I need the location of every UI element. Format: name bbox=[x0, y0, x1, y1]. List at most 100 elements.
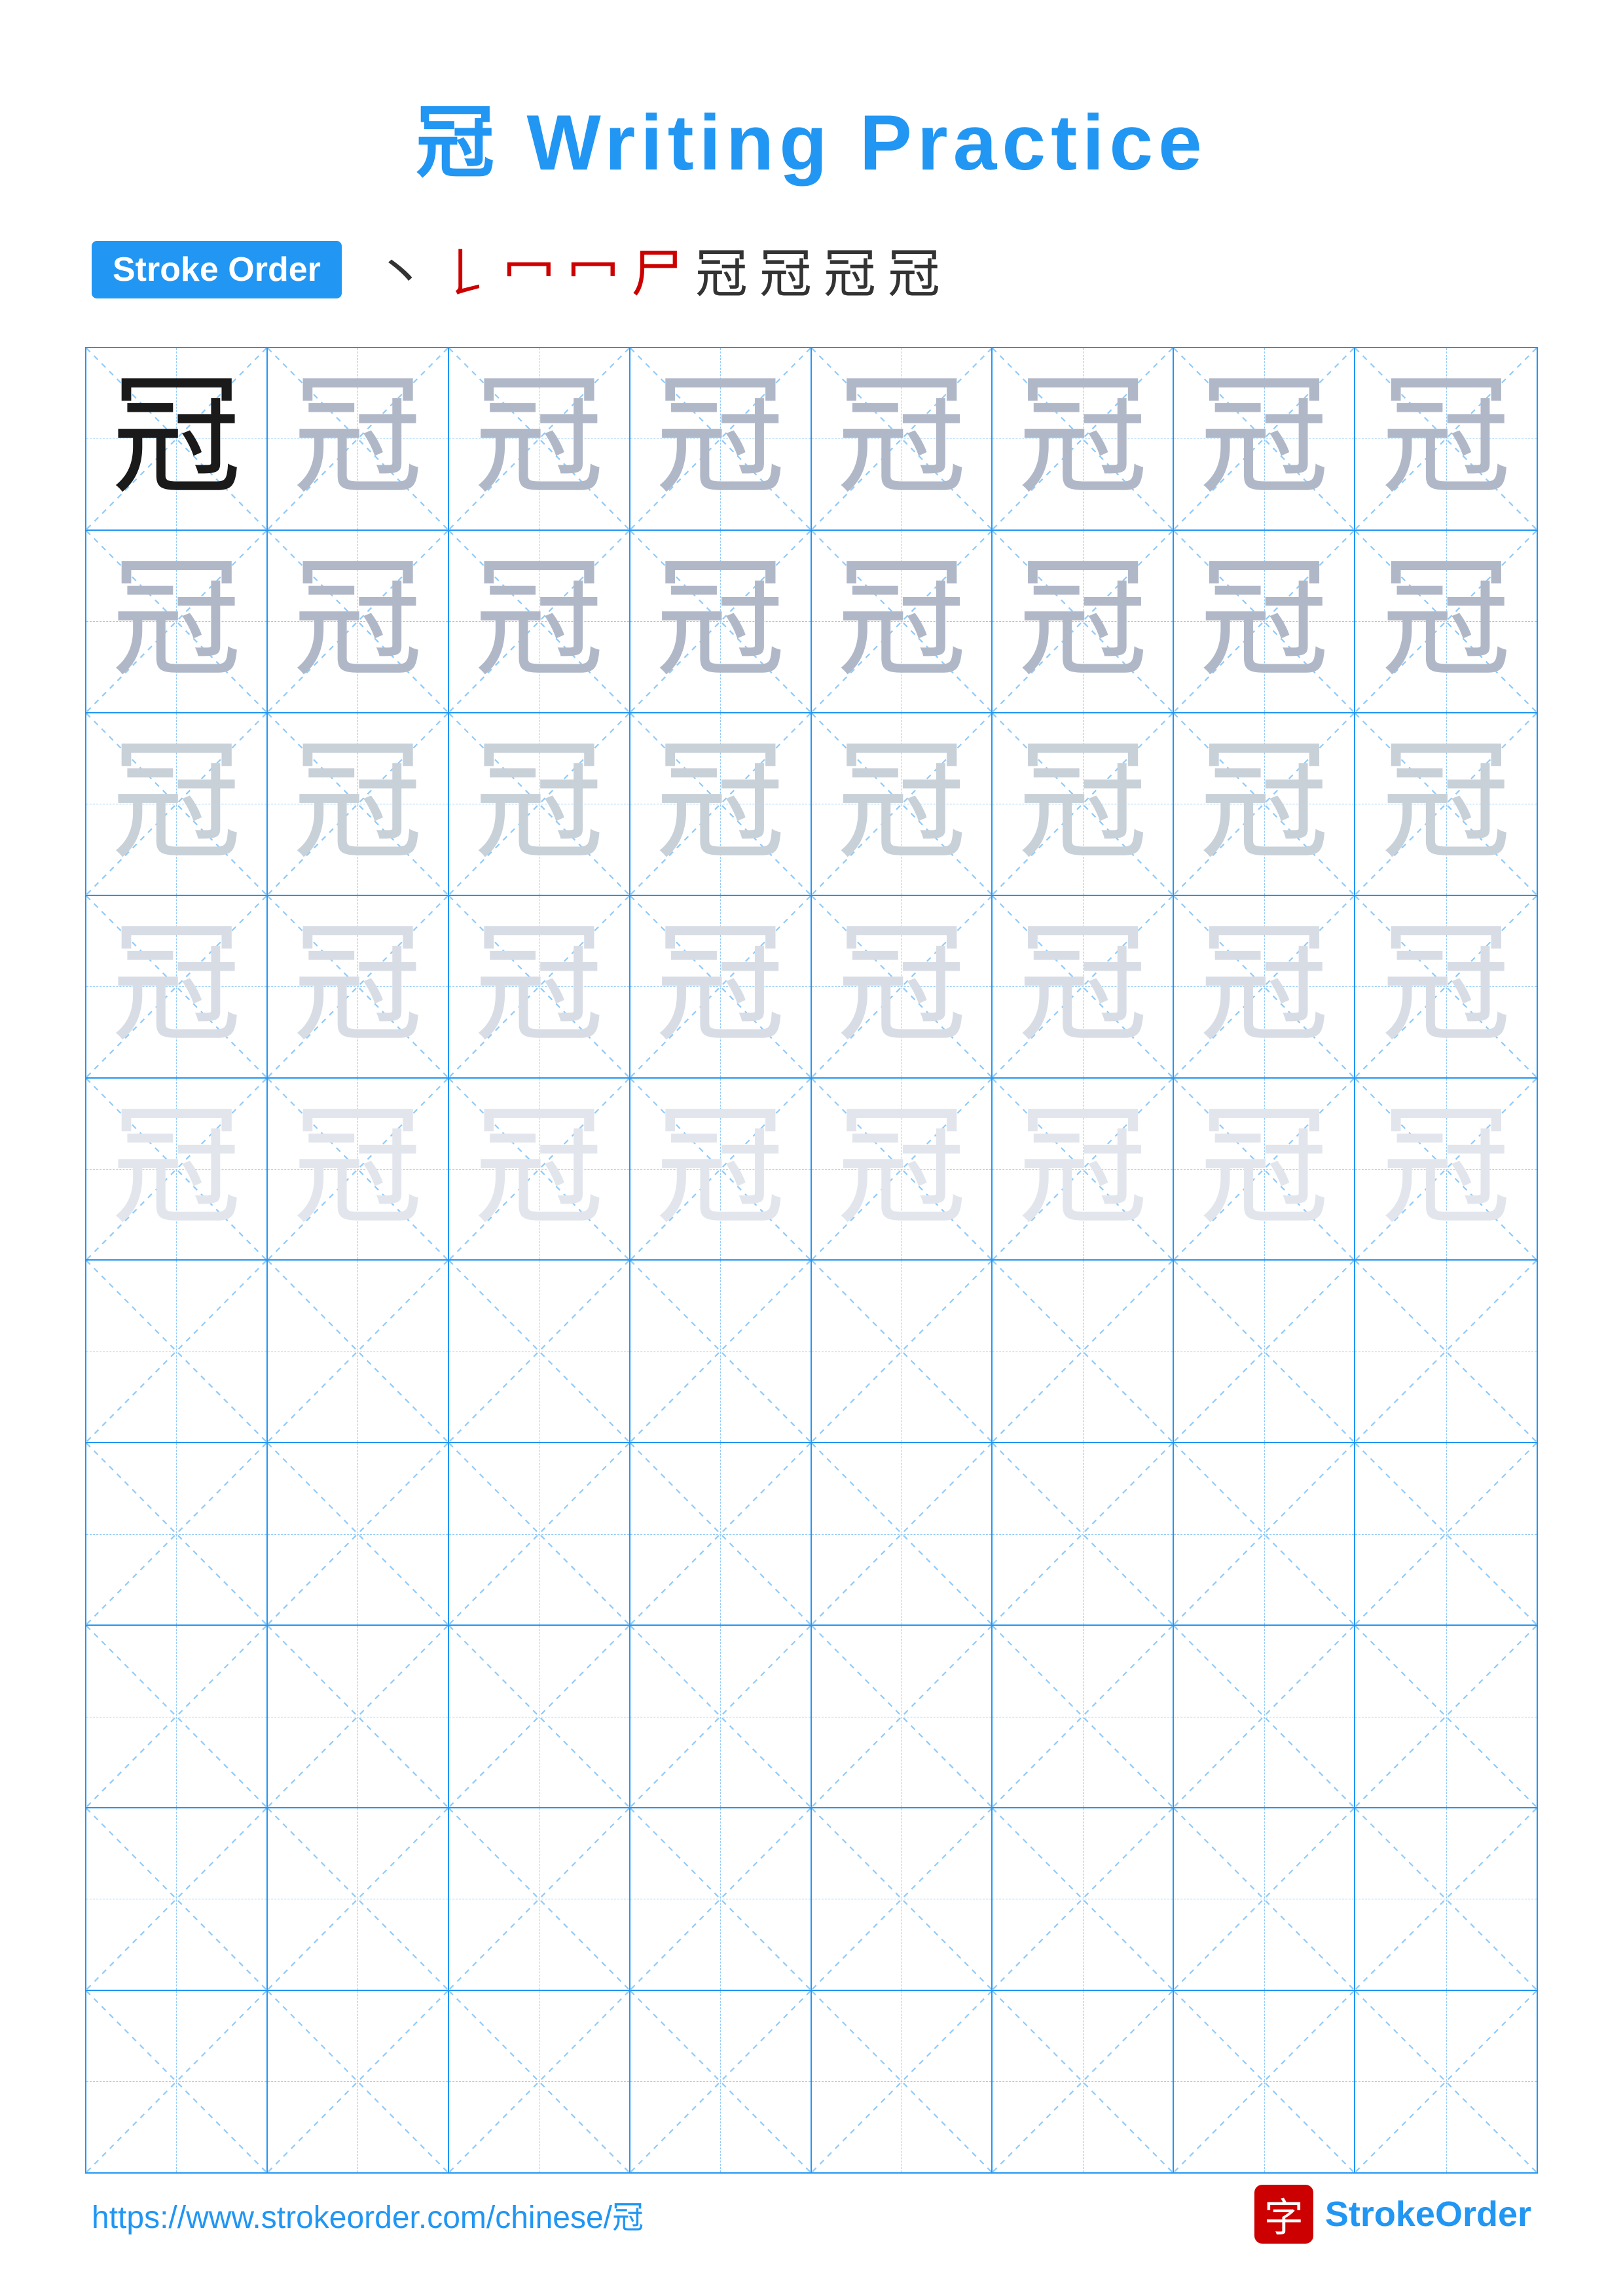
grid-cell-6-7[interactable] bbox=[1355, 1443, 1537, 1624]
grid-cell-8-5[interactable] bbox=[993, 1808, 1174, 1990]
grid-cell-3-5[interactable]: 冠 bbox=[993, 896, 1174, 1077]
grid-cell-5-2[interactable] bbox=[449, 1261, 630, 1442]
grid-row-7[interactable] bbox=[86, 1626, 1537, 1808]
grid-cell-8-0[interactable] bbox=[86, 1808, 268, 1990]
grid-cell-3-4[interactable]: 冠 bbox=[812, 896, 993, 1077]
grid-row-1[interactable]: 冠 冠 冠 冠 冠 冠 冠 冠 bbox=[86, 531, 1537, 713]
grid-row-3[interactable]: 冠 冠 冠 冠 冠 冠 冠 冠 bbox=[86, 896, 1537, 1079]
grid-cell-2-4[interactable]: 冠 bbox=[812, 713, 993, 895]
grid-cell-0-4[interactable]: 冠 bbox=[812, 348, 993, 529]
grid-cell-9-0[interactable] bbox=[86, 1991, 268, 2172]
grid-cell-4-2[interactable]: 冠 bbox=[449, 1079, 630, 1260]
grid-cell-6-5[interactable] bbox=[993, 1443, 1174, 1624]
grid-cell-0-1[interactable]: 冠 bbox=[268, 348, 449, 529]
grid-row-6[interactable] bbox=[86, 1443, 1537, 1626]
grid-cell-8-4[interactable] bbox=[812, 1808, 993, 1990]
grid-cell-4-1[interactable]: 冠 bbox=[268, 1079, 449, 1260]
grid-cell-6-1[interactable] bbox=[268, 1443, 449, 1624]
grid-cell-0-3[interactable]: 冠 bbox=[630, 348, 812, 529]
cell-diagonal-lines bbox=[1355, 1991, 1537, 2172]
cell-char-2-2: 冠 bbox=[474, 739, 604, 869]
grid-cell-5-0[interactable] bbox=[86, 1261, 268, 1442]
grid-cell-0-5[interactable]: 冠 bbox=[993, 348, 1174, 529]
grid-cell-2-6[interactable]: 冠 bbox=[1174, 713, 1355, 895]
grid-cell-1-0[interactable]: 冠 bbox=[86, 531, 268, 712]
grid-cell-4-3[interactable]: 冠 bbox=[630, 1079, 812, 1260]
grid-cell-3-3[interactable]: 冠 bbox=[630, 896, 812, 1077]
grid-cell-8-6[interactable] bbox=[1174, 1808, 1355, 1990]
grid-cell-8-3[interactable] bbox=[630, 1808, 812, 1990]
cell-char-2-5: 冠 bbox=[1017, 739, 1148, 869]
grid-cell-9-7[interactable] bbox=[1355, 1991, 1537, 2172]
title-text: Writing Practice bbox=[500, 99, 1207, 187]
grid-cell-4-5[interactable]: 冠 bbox=[993, 1079, 1174, 1260]
grid-cell-7-4[interactable] bbox=[812, 1626, 993, 1807]
grid-cell-3-2[interactable]: 冠 bbox=[449, 896, 630, 1077]
grid-cell-6-0[interactable] bbox=[86, 1443, 268, 1624]
grid-cell-5-7[interactable] bbox=[1355, 1261, 1537, 1442]
grid-cell-7-6[interactable] bbox=[1174, 1626, 1355, 1807]
grid-cell-1-6[interactable]: 冠 bbox=[1174, 531, 1355, 712]
grid-cell-7-7[interactable] bbox=[1355, 1626, 1537, 1807]
grid-cell-4-4[interactable]: 冠 bbox=[812, 1079, 993, 1260]
grid-cell-9-5[interactable] bbox=[993, 1991, 1174, 2172]
grid-cell-6-6[interactable] bbox=[1174, 1443, 1355, 1624]
cell-char-0-4: 冠 bbox=[836, 374, 966, 504]
grid-row-9[interactable] bbox=[86, 1991, 1537, 2172]
grid-cell-7-3[interactable] bbox=[630, 1626, 812, 1807]
grid-cell-7-0[interactable] bbox=[86, 1626, 268, 1807]
grid-cell-8-2[interactable] bbox=[449, 1808, 630, 1990]
grid-cell-1-1[interactable]: 冠 bbox=[268, 531, 449, 712]
grid-cell-5-6[interactable] bbox=[1174, 1261, 1355, 1442]
grid-cell-3-1[interactable]: 冠 bbox=[268, 896, 449, 1077]
grid-cell-1-7[interactable]: 冠 bbox=[1355, 531, 1537, 712]
grid-cell-1-4[interactable]: 冠 bbox=[812, 531, 993, 712]
grid-cell-9-2[interactable] bbox=[449, 1991, 630, 2172]
cell-char-0-3: 冠 bbox=[655, 374, 786, 504]
grid-cell-5-1[interactable] bbox=[268, 1261, 449, 1442]
grid-cell-5-4[interactable] bbox=[812, 1261, 993, 1442]
grid-cell-2-0[interactable]: 冠 bbox=[86, 713, 268, 895]
grid-cell-3-6[interactable]: 冠 bbox=[1174, 896, 1355, 1077]
grid-cell-3-7[interactable]: 冠 bbox=[1355, 896, 1537, 1077]
grid-row-0[interactable]: 冠 冠 冠 冠 冠 冠 冠 冠 bbox=[86, 348, 1537, 531]
grid-row-8[interactable] bbox=[86, 1808, 1537, 1991]
grid-cell-9-6[interactable] bbox=[1174, 1991, 1355, 2172]
grid-cell-2-5[interactable]: 冠 bbox=[993, 713, 1174, 895]
grid-cell-0-2[interactable]: 冠 bbox=[449, 348, 630, 529]
grid-cell-6-4[interactable] bbox=[812, 1443, 993, 1624]
stroke-char-8: 冠 bbox=[888, 232, 940, 308]
grid-cell-7-2[interactable] bbox=[449, 1626, 630, 1807]
grid-cell-9-3[interactable] bbox=[630, 1991, 812, 2172]
grid-cell-5-3[interactable] bbox=[630, 1261, 812, 1442]
grid-cell-7-1[interactable] bbox=[268, 1626, 449, 1807]
grid-row-5[interactable] bbox=[86, 1261, 1537, 1443]
grid-cell-1-5[interactable]: 冠 bbox=[993, 531, 1174, 712]
grid-row-2[interactable]: 冠 冠 冠 冠 冠 冠 冠 冠 bbox=[86, 713, 1537, 896]
grid-row-4[interactable]: 冠 冠 冠 冠 冠 冠 冠 冠 bbox=[86, 1079, 1537, 1261]
grid-cell-5-5[interactable] bbox=[993, 1261, 1174, 1442]
grid-cell-2-7[interactable]: 冠 bbox=[1355, 713, 1537, 895]
grid-cell-6-2[interactable] bbox=[449, 1443, 630, 1624]
grid-cell-6-3[interactable] bbox=[630, 1443, 812, 1624]
grid-cell-1-3[interactable]: 冠 bbox=[630, 531, 812, 712]
grid-cell-8-7[interactable] bbox=[1355, 1808, 1537, 1990]
cell-char-4-5: 冠 bbox=[1017, 1103, 1148, 1234]
grid-cell-2-2[interactable]: 冠 bbox=[449, 713, 630, 895]
grid-cell-2-3[interactable]: 冠 bbox=[630, 713, 812, 895]
grid-cell-7-5[interactable] bbox=[993, 1626, 1174, 1807]
grid-cell-4-7[interactable]: 冠 bbox=[1355, 1079, 1537, 1260]
grid-cell-0-6[interactable]: 冠 bbox=[1174, 348, 1355, 529]
grid-cell-4-0[interactable]: 冠 bbox=[86, 1079, 268, 1260]
grid-cell-0-0[interactable]: 冠 bbox=[86, 348, 268, 529]
cell-char-3-6: 冠 bbox=[1199, 922, 1329, 1052]
grid-cell-1-2[interactable]: 冠 bbox=[449, 531, 630, 712]
grid-cell-9-4[interactable] bbox=[812, 1991, 993, 2172]
grid-cell-4-6[interactable]: 冠 bbox=[1174, 1079, 1355, 1260]
grid-cell-0-7[interactable]: 冠 bbox=[1355, 348, 1537, 529]
grid-cell-9-1[interactable] bbox=[268, 1991, 449, 2172]
grid-cell-2-1[interactable]: 冠 bbox=[268, 713, 449, 895]
practice-grid[interactable]: 冠 冠 冠 冠 冠 冠 冠 冠 bbox=[85, 347, 1538, 2174]
grid-cell-3-0[interactable]: 冠 bbox=[86, 896, 268, 1077]
grid-cell-8-1[interactable] bbox=[268, 1808, 449, 1990]
